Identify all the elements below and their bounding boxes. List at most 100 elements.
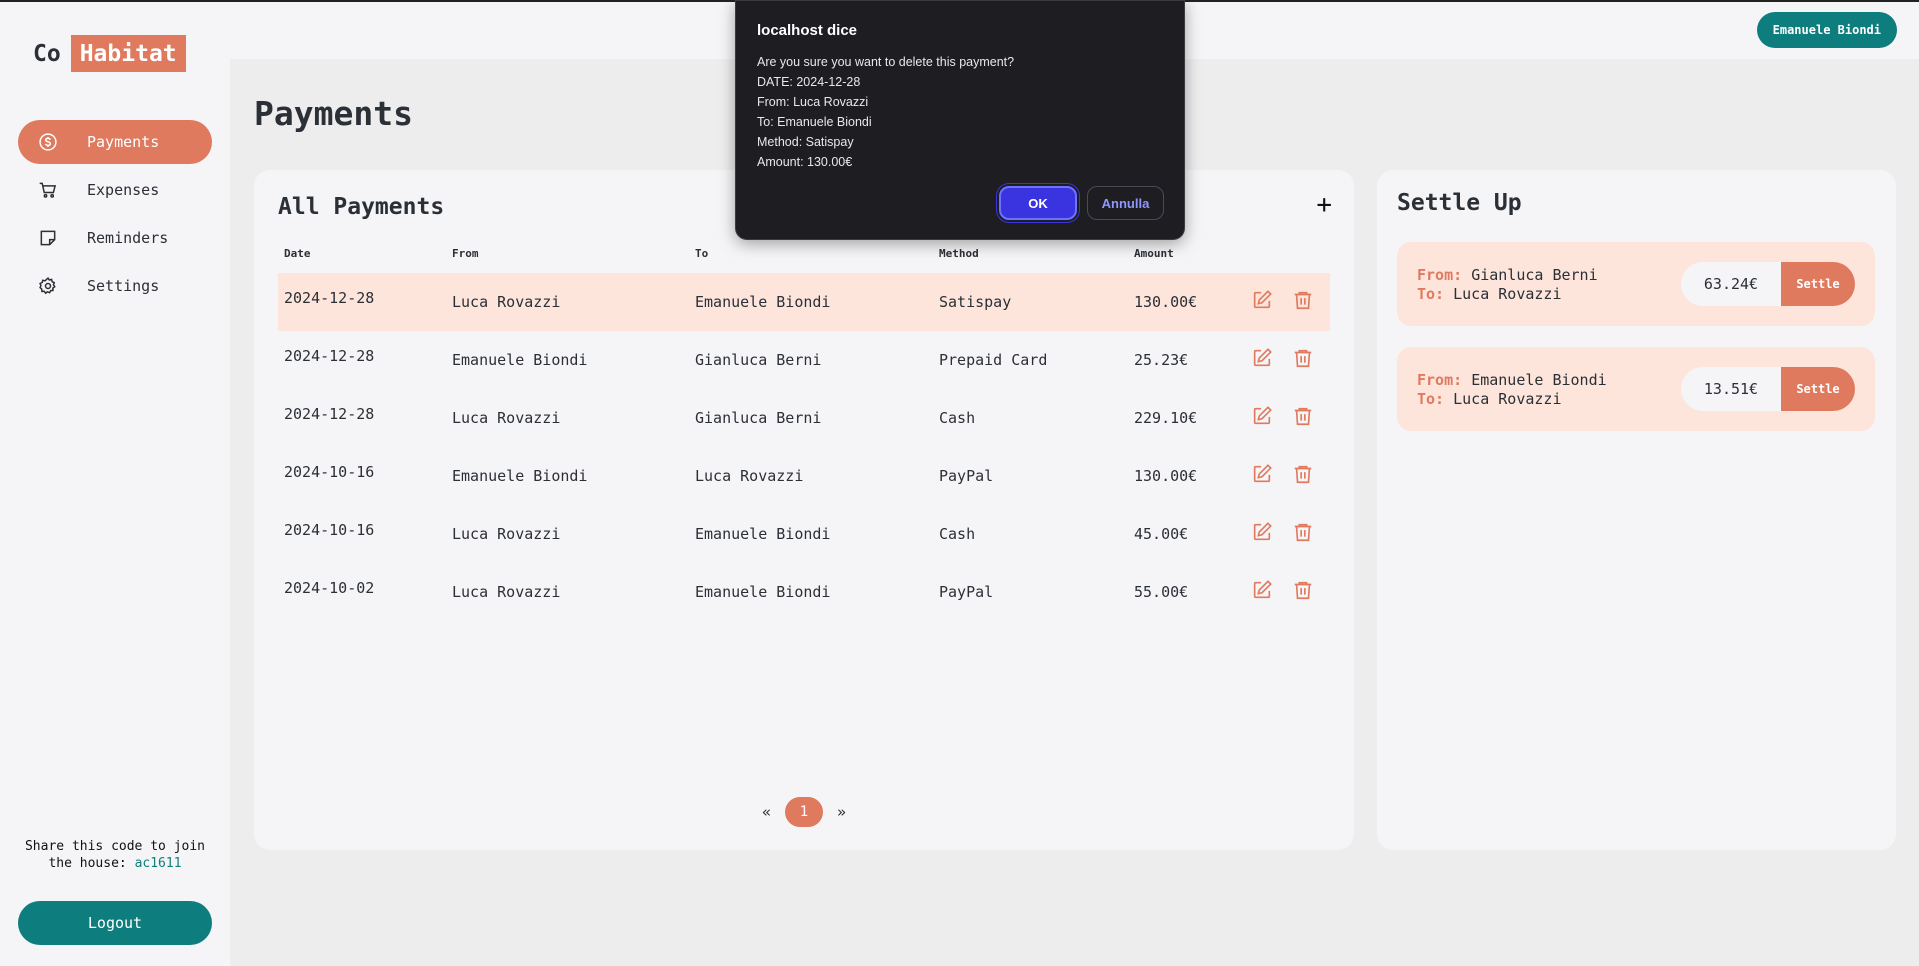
cell-method: PayPal xyxy=(939,467,994,485)
cell-method: Prepaid Card xyxy=(939,351,1048,369)
cell-to: Luca Rovazzi xyxy=(695,467,804,485)
pagination-next[interactable]: » xyxy=(837,803,846,821)
settle-item: From: Gianluca Berni To: Luca Rovazzi 63… xyxy=(1397,242,1875,326)
cell-to: Emanuele Biondi xyxy=(695,583,831,601)
cancel-button[interactable]: Annulla xyxy=(1087,186,1164,220)
table-row: 2024-10-16 Luca Rovazzi Emanuele Biondi … xyxy=(278,505,1330,563)
user-menu-button[interactable]: Emanuele Biondi xyxy=(1756,12,1897,48)
dialog-line: Are you sure you want to delete this pay… xyxy=(757,55,1015,69)
from-label: From: xyxy=(1417,371,1463,389)
column-to: To xyxy=(695,247,709,260)
settle-button[interactable]: Settle xyxy=(1781,367,1855,411)
app-logo[interactable]: Co Habitat xyxy=(33,35,186,72)
sidebar-item-label: Settings xyxy=(87,277,160,295)
dialog-line: Amount: 130.00€ xyxy=(757,155,853,169)
settle-amount: 63.24€ xyxy=(1681,262,1781,306)
pagination-prev[interactable]: « xyxy=(762,803,771,821)
dollar-circle-icon xyxy=(38,132,58,152)
sidebar: Co Habitat Payments Expenses Reminders S… xyxy=(0,2,230,966)
cell-date: 2024-12-28 xyxy=(284,405,375,423)
dialog-line: Method: Satispay xyxy=(757,135,854,149)
to-label: To: xyxy=(1417,285,1445,303)
sidebar-item-payments[interactable]: Payments xyxy=(18,120,212,164)
trash-icon[interactable] xyxy=(1292,521,1314,543)
sidebar-item-expenses[interactable]: Expenses xyxy=(18,168,212,212)
cell-amount: 55.00€ xyxy=(1134,583,1189,601)
cell-date: 2024-10-16 xyxy=(284,521,375,539)
settle-button[interactable]: Settle xyxy=(1781,262,1855,306)
cell-method: Satispay xyxy=(939,293,1012,311)
cell-date: 2024-12-28 xyxy=(284,289,375,307)
settle-amount: 13.51€ xyxy=(1681,367,1781,411)
from-label: From: xyxy=(1417,266,1463,284)
trash-icon[interactable] xyxy=(1292,579,1314,601)
ok-button[interactable]: OK xyxy=(999,186,1077,220)
cell-date: 2024-10-02 xyxy=(284,579,375,597)
cell-amount: 229.10€ xyxy=(1134,409,1198,427)
cell-from: Luca Rovazzi xyxy=(452,293,561,311)
trash-icon[interactable] xyxy=(1292,289,1314,311)
cell-date: 2024-10-16 xyxy=(284,463,375,481)
cell-method: Cash xyxy=(939,525,976,543)
cell-from: Luca Rovazzi xyxy=(452,525,561,543)
settle-to: Luca Rovazzi xyxy=(1453,390,1562,408)
table-row: 2024-12-28 Luca Rovazzi Emanuele Biondi … xyxy=(278,273,1330,331)
gear-icon xyxy=(38,276,58,296)
house-code: ac1611 xyxy=(134,856,182,871)
cell-to: Gianluca Berni xyxy=(695,351,822,369)
sidebar-item-settings[interactable]: Settings xyxy=(18,264,212,308)
logo-co: Co xyxy=(33,40,61,67)
sidebar-item-label: Expenses xyxy=(87,181,160,199)
settle-up-title: Settle Up xyxy=(1397,190,1522,216)
payments-table: 2024-12-28 Luca Rovazzi Emanuele Biondi … xyxy=(278,273,1330,621)
table-row: 2024-10-16 Emanuele Biondi Luca Rovazzi … xyxy=(278,447,1330,505)
sidebar-item-label: Reminders xyxy=(87,229,169,247)
cell-method: Cash xyxy=(939,409,976,427)
dialog-title: localhost dice xyxy=(757,22,858,39)
add-payment-button[interactable]: + xyxy=(1316,190,1332,220)
edit-icon[interactable] xyxy=(1251,579,1273,601)
dialog-line: From: Luca Rovazzi xyxy=(757,95,869,109)
pagination-page[interactable]: 1 xyxy=(785,797,823,827)
table-row: 2024-12-28 Emanuele Biondi Gianluca Bern… xyxy=(278,331,1330,389)
cell-to: Gianluca Berni xyxy=(695,409,822,427)
cell-from: Luca Rovazzi xyxy=(452,583,561,601)
table-header: Date From To Method Amount xyxy=(278,247,1330,263)
all-payments-title: All Payments xyxy=(278,194,445,220)
dialog-line: To: Emanuele Biondi xyxy=(757,115,872,129)
trash-icon[interactable] xyxy=(1292,405,1314,427)
edit-icon[interactable] xyxy=(1251,463,1273,485)
dialog-message: Are you sure you want to delete this pay… xyxy=(757,52,1014,172)
settle-up-card: Settle Up From: Gianluca Berni To: Luca … xyxy=(1377,170,1896,850)
edit-icon[interactable] xyxy=(1251,289,1273,311)
cell-to: Emanuele Biondi xyxy=(695,293,831,311)
cell-amount: 25.23€ xyxy=(1134,351,1189,369)
all-payments-card: All Payments + Date From To Method Amoun… xyxy=(254,170,1354,850)
table-row: 2024-10-02 Luca Rovazzi Emanuele Biondi … xyxy=(278,563,1330,621)
trash-icon[interactable] xyxy=(1292,347,1314,369)
page-title: Payments xyxy=(254,94,413,133)
sidebar-item-reminders[interactable]: Reminders xyxy=(18,216,212,260)
share-code-text: Share this code to join the house: ac161… xyxy=(18,838,212,872)
edit-icon[interactable] xyxy=(1251,521,1273,543)
sticky-note-icon xyxy=(38,228,58,248)
cell-date: 2024-12-28 xyxy=(284,347,375,365)
column-date: Date xyxy=(284,247,311,260)
cell-amount: 130.00€ xyxy=(1134,293,1198,311)
cart-icon xyxy=(38,180,58,200)
cell-amount: 45.00€ xyxy=(1134,525,1189,543)
logout-button[interactable]: Logout xyxy=(18,901,212,945)
edit-icon[interactable] xyxy=(1251,405,1273,427)
settle-parties: From: Emanuele Biondi To: Luca Rovazzi xyxy=(1417,371,1607,409)
settle-from: Emanuele Biondi xyxy=(1471,371,1607,389)
sidebar-item-label: Payments xyxy=(87,133,160,151)
column-from: From xyxy=(452,247,479,260)
settle-from: Gianluca Berni xyxy=(1471,266,1598,284)
cell-from: Emanuele Biondi xyxy=(452,351,588,369)
cell-from: Emanuele Biondi xyxy=(452,467,588,485)
edit-icon[interactable] xyxy=(1251,347,1273,369)
trash-icon[interactable] xyxy=(1292,463,1314,485)
cell-amount: 130.00€ xyxy=(1134,467,1198,485)
settle-parties: From: Gianluca Berni To: Luca Rovazzi xyxy=(1417,266,1598,304)
pagination: « 1 » xyxy=(254,797,1354,827)
